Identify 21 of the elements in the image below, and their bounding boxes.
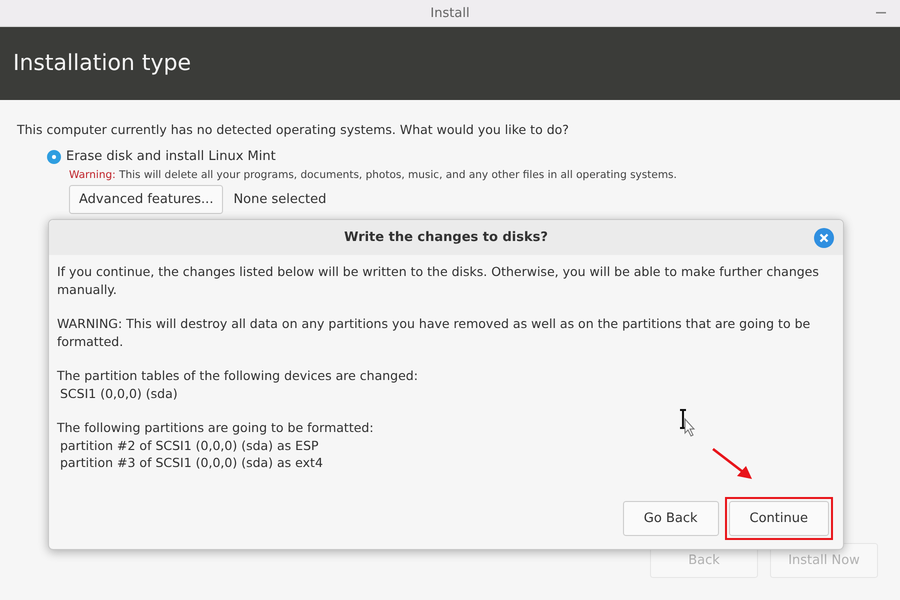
- list-line: partition #2 of SCSI1 (0,0,0) (sda) as ESP: [59, 436, 319, 454]
- dialog-title: Write the changes to disks?: [344, 230, 548, 245]
- dialog-button[interactable]: Continue: [728, 501, 829, 536]
- advanced-status: None selected: [233, 192, 326, 207]
- radio-button[interactable]: [47, 150, 61, 164]
- dialog-paragraph: The following partitions are going to be formatted:: [57, 419, 374, 436]
- dialog-paragraph: If you continue, the changes listed below will be written to the disks. Otherwise, you will be able to make further changes manually.: [57, 263, 820, 298]
- warning-text: Warning: This will delete all your programs, documents, photos, music, and any other files in all operating systems.: [69, 169, 678, 181]
- minimize-icon[interactable]: [876, 12, 886, 14]
- close-icon[interactable]: [814, 228, 834, 248]
- option-label[interactable]: Erase disk and install Linux Mint: [66, 149, 276, 164]
- list-line: SCSI1 (0,0,0) (sda): [59, 384, 178, 402]
- dialog-paragraph: The partition tables of the following devices are changed:: [57, 367, 418, 384]
- dialog-button[interactable]: Go Back: [622, 501, 719, 536]
- list-line: partition #3 of SCSI1 (0,0,0) (sda) as ext4: [59, 454, 323, 472]
- page-title: Installation type: [13, 51, 191, 76]
- question-text: This computer currently has no detected operating systems. What would you like to do?: [17, 122, 570, 137]
- window-title: Install: [430, 6, 470, 20]
- dialog-paragraph: WARNING: This will destroy all data on any partitions you have removed as well as on the partitions that are going to be formatted.: [57, 315, 812, 350]
- advanced-features-button[interactable]: Advanced features...: [69, 185, 224, 214]
- arrow-icon: [711, 447, 753, 481]
